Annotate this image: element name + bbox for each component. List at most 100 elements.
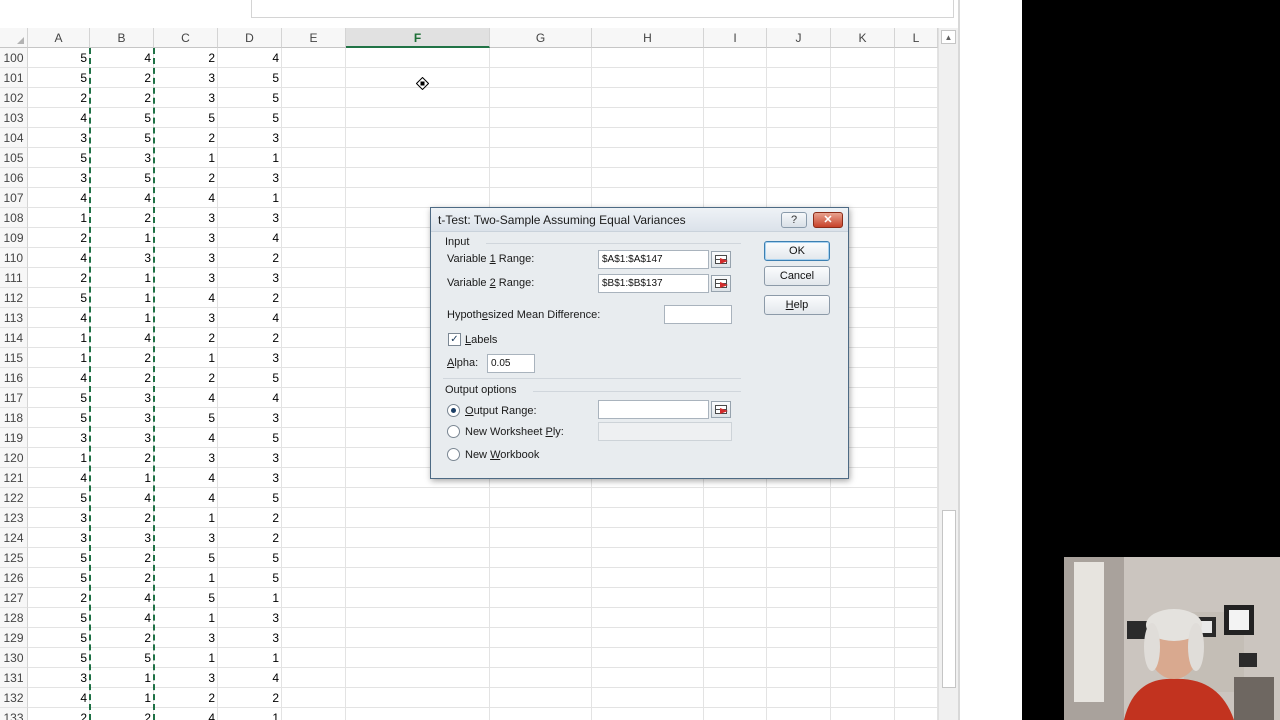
cell-g[interactable]	[490, 508, 592, 528]
cell-b[interactable]: 2	[90, 368, 154, 388]
cell-e[interactable]	[282, 628, 346, 648]
cell-i[interactable]	[704, 588, 767, 608]
cell-a[interactable]: 4	[28, 688, 90, 708]
column-header-f[interactable]: F	[346, 28, 490, 48]
cell-h[interactable]	[592, 528, 704, 548]
cell-l[interactable]	[895, 648, 938, 668]
cell-i[interactable]	[704, 508, 767, 528]
cell-d[interactable]: 3	[218, 448, 282, 468]
cell-l[interactable]	[895, 188, 938, 208]
cell-b[interactable]: 1	[90, 288, 154, 308]
row-header[interactable]: 124	[0, 528, 28, 548]
row-header[interactable]: 132	[0, 688, 28, 708]
cell-e[interactable]	[282, 288, 346, 308]
cell-i[interactable]	[704, 648, 767, 668]
new-workbook-radio[interactable]	[447, 448, 460, 461]
cell-f[interactable]	[346, 708, 490, 720]
row-header[interactable]: 117	[0, 388, 28, 408]
cell-h[interactable]	[592, 508, 704, 528]
cell-d[interactable]: 2	[218, 528, 282, 548]
cell-f[interactable]	[346, 648, 490, 668]
cell-k[interactable]	[831, 128, 895, 148]
cell-e[interactable]	[282, 468, 346, 488]
column-header-a[interactable]: A	[28, 28, 90, 48]
cell-e[interactable]	[282, 168, 346, 188]
row-header[interactable]: 118	[0, 408, 28, 428]
cell-b[interactable]: 4	[90, 328, 154, 348]
cell-k[interactable]	[831, 548, 895, 568]
cell-c[interactable]: 4	[154, 188, 218, 208]
cell-a[interactable]: 2	[28, 228, 90, 248]
cell-a[interactable]: 2	[28, 268, 90, 288]
column-header-b[interactable]: B	[90, 28, 154, 48]
cell-i[interactable]	[704, 188, 767, 208]
cell-a[interactable]: 5	[28, 388, 90, 408]
row-header[interactable]: 114	[0, 328, 28, 348]
cell-j[interactable]	[767, 508, 831, 528]
cell-j[interactable]	[767, 588, 831, 608]
row-header[interactable]: 123	[0, 508, 28, 528]
cell-e[interactable]	[282, 608, 346, 628]
cell-c[interactable]: 5	[154, 408, 218, 428]
cell-k[interactable]	[831, 528, 895, 548]
cell-c[interactable]: 1	[154, 348, 218, 368]
row-header[interactable]: 131	[0, 668, 28, 688]
cell-g[interactable]	[490, 628, 592, 648]
row-header[interactable]: 115	[0, 348, 28, 368]
cell-h[interactable]	[592, 168, 704, 188]
row-header[interactable]: 133	[0, 708, 28, 720]
cell-j[interactable]	[767, 168, 831, 188]
row-header[interactable]: 125	[0, 548, 28, 568]
output-range-input[interactable]	[598, 400, 709, 419]
cell-j[interactable]	[767, 68, 831, 88]
cell-j[interactable]	[767, 148, 831, 168]
cell-d[interactable]: 1	[218, 188, 282, 208]
cell-a[interactable]: 5	[28, 628, 90, 648]
cell-i[interactable]	[704, 108, 767, 128]
cell-b[interactable]: 3	[90, 428, 154, 448]
cell-b[interactable]: 3	[90, 408, 154, 428]
cell-j[interactable]	[767, 648, 831, 668]
cell-d[interactable]: 5	[218, 428, 282, 448]
cell-a[interactable]: 5	[28, 608, 90, 628]
cell-f[interactable]	[346, 528, 490, 548]
cell-e[interactable]	[282, 428, 346, 448]
cell-a[interactable]: 5	[28, 148, 90, 168]
cell-j[interactable]	[767, 608, 831, 628]
cell-k[interactable]	[831, 48, 895, 68]
cell-d[interactable]: 2	[218, 288, 282, 308]
cell-c[interactable]: 2	[154, 368, 218, 388]
cell-c[interactable]: 2	[154, 328, 218, 348]
cell-h[interactable]	[592, 68, 704, 88]
cell-a[interactable]: 1	[28, 328, 90, 348]
row-header[interactable]: 102	[0, 88, 28, 108]
cell-l[interactable]	[895, 688, 938, 708]
cell-b[interactable]: 2	[90, 708, 154, 720]
cell-k[interactable]	[831, 68, 895, 88]
labels-checkbox[interactable]: ✓	[448, 333, 461, 346]
cell-j[interactable]	[767, 88, 831, 108]
cell-l[interactable]	[895, 568, 938, 588]
cell-e[interactable]	[282, 128, 346, 148]
cell-j[interactable]	[767, 48, 831, 68]
output-range-collapse-dialog-icon[interactable]	[711, 401, 731, 418]
cell-c[interactable]: 3	[154, 668, 218, 688]
cell-h[interactable]	[592, 48, 704, 68]
cell-e[interactable]	[282, 208, 346, 228]
row-header[interactable]: 100	[0, 48, 28, 68]
cell-i[interactable]	[704, 708, 767, 720]
cell-g[interactable]	[490, 148, 592, 168]
cell-e[interactable]	[282, 488, 346, 508]
cell-e[interactable]	[282, 68, 346, 88]
cell-c[interactable]: 4	[154, 288, 218, 308]
cell-a[interactable]: 5	[28, 568, 90, 588]
cell-g[interactable]	[490, 708, 592, 720]
cell-c[interactable]: 4	[154, 388, 218, 408]
cell-b[interactable]: 5	[90, 108, 154, 128]
row-header[interactable]: 116	[0, 368, 28, 388]
cell-e[interactable]	[282, 268, 346, 288]
cell-l[interactable]	[895, 88, 938, 108]
cell-b[interactable]: 1	[90, 668, 154, 688]
row-header[interactable]: 121	[0, 468, 28, 488]
cell-l[interactable]	[895, 108, 938, 128]
